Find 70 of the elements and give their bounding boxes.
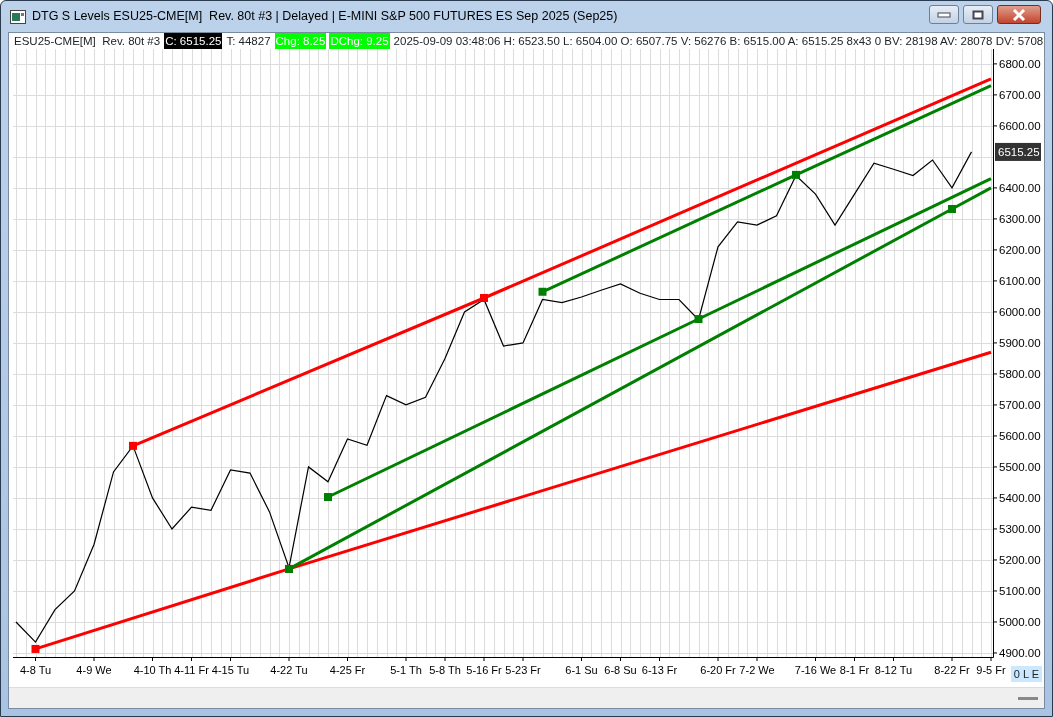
y-axis-label: 5000.00	[999, 615, 1041, 628]
x-axis-label: 8-12 Tu	[874, 664, 913, 676]
x-axis-label: 6-8 Su	[604, 664, 637, 676]
minimize-button[interactable]	[929, 5, 959, 24]
close-button[interactable]	[997, 5, 1041, 24]
y-axis-label: 6200.00	[999, 243, 1041, 256]
x-axis-label: 4-22 Tu	[270, 664, 308, 676]
y-axis-label: 6400.00	[999, 181, 1041, 194]
y-axis-label: 6600.00	[999, 119, 1041, 132]
y-axis-label: 5400.00	[999, 491, 1041, 504]
quote-text: T: 44827	[225, 34, 272, 49]
price-tag: 6515.25	[995, 142, 1041, 161]
point	[129, 441, 137, 450]
point	[948, 204, 956, 213]
x-axis-label: 5-16 Fr	[466, 664, 502, 676]
y-axis-label: 6700.00	[999, 88, 1041, 101]
x-axis-label: 8-1 Fr	[839, 664, 870, 676]
quote-text: ESU25-CME[M] Rev. 80t #3	[13, 34, 162, 49]
y-axis-label: 5800.00	[999, 367, 1041, 380]
point	[31, 644, 40, 653]
x-axis-label: 4-8 Tu	[19, 664, 52, 676]
y-axis-label: 5100.00	[999, 584, 1041, 597]
trend-line[interactable]	[538, 84, 992, 296]
window-title: DTG S Levels ESU25-CME[M] Rev. 80t #3 | Delayed | E-MINI S&P 500 FUTURES ES Sep 2025 (Sep25)	[32, 8, 618, 26]
y-axis-label: 6300.00	[999, 212, 1041, 225]
x-axis-label: 4-9 We	[76, 664, 112, 676]
trend-line[interactable]	[324, 177, 992, 501]
x-axis-label: 4-10 Th	[133, 664, 172, 676]
x-axis-label: 4-15 Tu	[211, 664, 250, 676]
x-axis-label: 5-1 Th	[390, 664, 422, 676]
y-axis-label: 6100.00	[999, 274, 1041, 287]
trend-line[interactable]	[129, 77, 992, 450]
x-axis-label: 6-13 Fr	[641, 664, 678, 676]
y-axis-label: 4900.00	[999, 646, 1041, 659]
y-axis-label: 5700.00	[999, 398, 1041, 411]
y-axis-label: 6000.00	[999, 305, 1041, 318]
x-axis-label: 5-23 Fr	[505, 664, 541, 676]
scroll-handle[interactable]	[1018, 696, 1038, 700]
maximize-button[interactable]	[963, 5, 993, 24]
mode-indicator: 0 L E	[1010, 665, 1042, 682]
y-axis-label: 6800.00	[999, 57, 1041, 70]
app-icon	[10, 9, 26, 24]
quote-highlight: DChg: 9.25	[329, 33, 390, 49]
point	[694, 315, 703, 324]
maximize-icon	[972, 9, 984, 20]
quote-highlight: Chg: 8.25	[274, 33, 327, 49]
x-axis-label: 9-5 Fr	[976, 664, 1006, 676]
point	[792, 170, 800, 179]
point	[538, 287, 547, 296]
x-axis-label: 8-22 Fr	[934, 664, 970, 676]
x-axis-label: 4-25 Fr	[329, 664, 366, 676]
close-icon	[1012, 8, 1026, 21]
quote-highlight: C: 6515.25	[164, 33, 223, 49]
x-axis-label: 7-16 We	[794, 664, 837, 676]
point	[324, 493, 332, 502]
y-axis-label: 5500.00	[999, 460, 1041, 473]
x-axis-label: 5-8 Th	[429, 664, 461, 676]
minimize-icon	[937, 11, 951, 18]
y-axis-label: 5600.00	[999, 429, 1041, 442]
x-axis-label: 7-2 We	[739, 664, 775, 676]
point	[480, 293, 488, 302]
x-axis-label: 6-20 Fr	[700, 664, 736, 676]
x-axis-label: 4-11 Fr	[174, 664, 209, 676]
y-axis-label: 5200.00	[999, 553, 1041, 566]
trend-line[interactable]	[31, 350, 992, 653]
y-axis-label: 5300.00	[999, 522, 1041, 535]
trend-line[interactable]	[285, 186, 992, 573]
x-axis-label: 6-1 Su	[565, 664, 598, 676]
y-axis-label: 5900.00	[999, 336, 1041, 349]
quote-text: 2025-09-09 03:48:06 H: 6523.50 L: 6504.00 O: 6507.75 V: 56276 B: 6515.00 A: 6515.25 8x43 0 BV: 28198 AV: 28078 DV: 5708	[392, 34, 1045, 49]
